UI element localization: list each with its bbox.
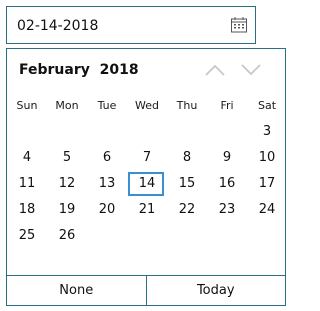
day-cell-empty	[87, 223, 127, 249]
day-cell[interactable]: 20	[87, 197, 127, 223]
day-cell[interactable]: 13	[87, 171, 127, 197]
weekday-label: Wed	[135, 99, 159, 112]
day-cell-selected[interactable]: 14	[127, 171, 167, 197]
day-cell[interactable]: 10	[247, 145, 287, 171]
none-button[interactable]: None	[7, 276, 146, 305]
day-cell-empty	[127, 223, 167, 249]
day-cell[interactable]: 15	[167, 171, 207, 197]
day-cell[interactable]: 3	[247, 119, 287, 145]
chevron-down-icon	[241, 64, 261, 76]
calendar-header: February 2018	[7, 49, 285, 89]
day-cell-empty	[247, 223, 287, 249]
weekday-header-row: Sun Mon Tue Wed Thu Fri Sat	[7, 97, 287, 115]
day-cell[interactable]: 11	[7, 171, 47, 197]
calendar-footer: None Today	[7, 275, 285, 305]
day-cell-empty	[47, 119, 87, 145]
day-cell[interactable]: 6	[87, 145, 127, 171]
date-input[interactable]: 02-14-2018	[6, 6, 256, 44]
next-month-button[interactable]	[239, 61, 263, 79]
month-label: February	[19, 62, 90, 78]
chevron-up-icon	[205, 64, 225, 76]
weekday-label: Sat	[257, 99, 277, 112]
day-cell[interactable]: 19	[47, 197, 87, 223]
day-cell-empty	[167, 119, 207, 145]
day-cell-empty	[207, 223, 247, 249]
day-cell[interactable]: 25	[7, 223, 47, 249]
day-cell[interactable]: 22	[167, 197, 207, 223]
day-cell-empty	[167, 223, 207, 249]
day-cell[interactable]: 16	[207, 171, 247, 197]
weekday-label: Fri	[220, 99, 234, 112]
day-cell[interactable]: 7	[127, 145, 167, 171]
calendar-popup: February 2018 Sun Mon Tue Wed Thu Fri Sa…	[6, 48, 286, 306]
day-cell-empty	[127, 119, 167, 145]
day-cell[interactable]: 21	[127, 197, 167, 223]
day-cell-empty	[87, 119, 127, 145]
day-cell[interactable]: 18	[7, 197, 47, 223]
day-cell[interactable]: 5	[47, 145, 87, 171]
weekday-label: Tue	[97, 99, 117, 112]
days-grid: 3 4 5 6 7 8 9 10 11 12 13 14 15 16 17 18…	[7, 119, 287, 249]
day-cell-empty	[207, 119, 247, 145]
previous-month-button[interactable]	[203, 61, 227, 79]
day-cell[interactable]: 12	[47, 171, 87, 197]
today-button[interactable]: Today	[145, 276, 286, 305]
day-cell[interactable]: 26	[47, 223, 87, 249]
calendar-icon[interactable]	[230, 16, 248, 34]
date-input-value: 02-14-2018	[17, 18, 99, 34]
day-cell-empty	[7, 119, 47, 145]
day-cell[interactable]: 4	[7, 145, 47, 171]
weekday-label: Mon	[55, 99, 79, 112]
day-cell[interactable]: 24	[247, 197, 287, 223]
day-cell[interactable]: 9	[207, 145, 247, 171]
weekday-label: Sun	[16, 99, 38, 112]
day-cell[interactable]: 17	[247, 171, 287, 197]
weekday-label: Thu	[176, 99, 198, 112]
day-cell[interactable]: 23	[207, 197, 247, 223]
year-label: 2018	[99, 62, 139, 78]
day-cell[interactable]: 8	[167, 145, 207, 171]
month-year-label[interactable]: February 2018	[19, 61, 139, 79]
